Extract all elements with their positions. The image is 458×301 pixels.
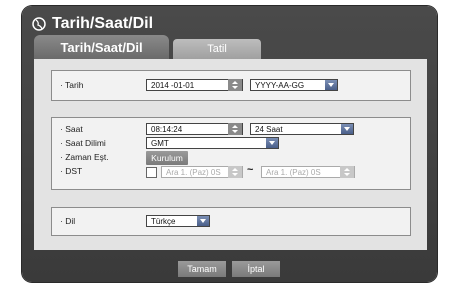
ok-button[interactable]: Tamam (178, 261, 226, 277)
dst-checkbox[interactable] (146, 167, 157, 178)
dst-label: · DST (60, 166, 83, 176)
chevron-down-icon[interactable] (266, 138, 278, 148)
settings-dialog: Tarih/Saat/Dil Tarih/Saat/Dil Tatil · Ta… (22, 6, 437, 282)
date-value: 2014 -01-01 (151, 81, 195, 90)
timezone-value: GMT (151, 139, 169, 148)
tab-date-time-language[interactable]: Tarih/Saat/Dil (34, 35, 169, 59)
timezone-label: · Saat Dilimi (60, 138, 106, 148)
tab-holiday[interactable]: Tatil (173, 39, 261, 59)
hour-format-select[interactable]: 24 Saat (250, 123, 354, 135)
date-group: · Tarih 2014 -01-01 YYYY-AA-GG (51, 70, 411, 101)
hour-format-value: 24 Saat (255, 125, 283, 134)
dst-start-field[interactable]: Ara 1. (Paz) 0S (161, 166, 243, 178)
chevron-down-icon[interactable] (197, 216, 209, 226)
dialog-title: Tarih/Saat/Dil (32, 12, 153, 36)
time-sync-setup-button[interactable]: Kurulum (146, 151, 188, 165)
time-value: 08:14:24 (151, 125, 183, 134)
language-value: Türkçe (151, 217, 176, 226)
globe-icon (32, 17, 46, 31)
date-label: · Tarih (60, 80, 84, 90)
time-label: · Saat (60, 124, 83, 134)
spinner-icon[interactable] (340, 166, 354, 178)
spinner-icon[interactable] (228, 79, 242, 91)
date-format-select[interactable]: YYYY-AA-GG (250, 79, 338, 91)
cancel-button[interactable]: İptal (232, 261, 280, 277)
language-select[interactable]: Türkçe (146, 215, 210, 227)
chevron-down-icon[interactable] (325, 80, 337, 90)
tab-bar: Tarih/Saat/Dil Tatil (34, 35, 261, 59)
time-sync-label: · Zaman Eşt. (60, 152, 109, 162)
settings-panel: · Tarih 2014 -01-01 YYYY-AA-GG · Saat 08… (34, 59, 427, 250)
dst-start-value: Ara 1. (Paz) 0S (166, 168, 221, 177)
date-format-value: YYYY-AA-GG (255, 81, 305, 90)
dst-end-field[interactable]: Ara 1. (Paz) 0S (261, 166, 355, 178)
spinner-icon[interactable] (228, 123, 242, 135)
time-field[interactable]: 08:14:24 (146, 123, 243, 135)
dialog-title-text: Tarih/Saat/Dil (52, 15, 154, 32)
chevron-down-icon[interactable] (341, 124, 353, 134)
dst-end-value: Ara 1. (Paz) 0S (266, 168, 321, 177)
language-label: · Dil (60, 216, 76, 226)
date-field[interactable]: 2014 -01-01 (146, 79, 243, 91)
time-group: · Saat 08:14:24 24 Saat · Saat Dilimi GM… (51, 117, 411, 190)
language-group: · Dil Türkçe (51, 207, 411, 236)
dst-range-separator: ~ (247, 164, 254, 176)
timezone-select[interactable]: GMT (146, 137, 279, 149)
spinner-icon[interactable] (228, 166, 242, 178)
